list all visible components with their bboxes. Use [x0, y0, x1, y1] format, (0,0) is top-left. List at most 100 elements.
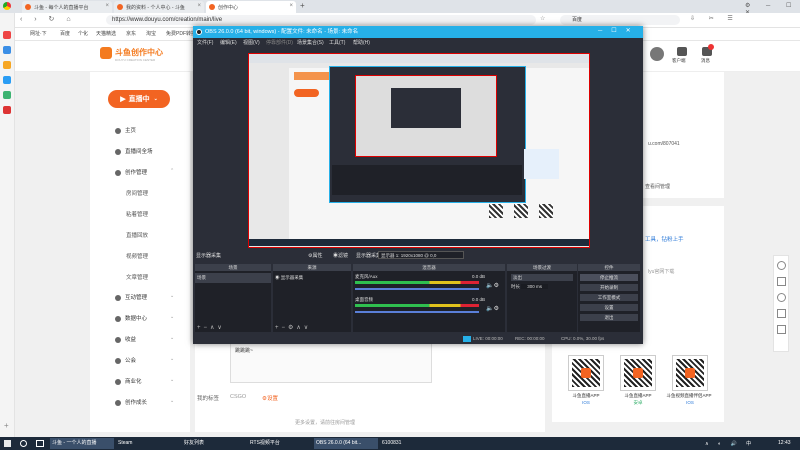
- message-icon[interactable]: [777, 277, 786, 286]
- nav-item-data[interactable]: 数据中心: [115, 314, 147, 322]
- filters-button[interactable]: ◉滤镜: [333, 252, 348, 259]
- add-icon[interactable]: +: [4, 421, 9, 430]
- exit-button[interactable]: 退出: [580, 314, 638, 321]
- tray-icons[interactable]: ∧ ◐ 🔊 中: [705, 440, 755, 447]
- taskbar-clock[interactable]: 12:43: [778, 440, 791, 446]
- headset-icon[interactable]: [777, 293, 786, 302]
- taskbar-item[interactable]: OBS 26.0.0 (64 bit...: [314, 438, 378, 449]
- source-controls[interactable]: +−⚙∧∨: [275, 324, 311, 331]
- tag-settings-link[interactable]: ⚙设置: [262, 394, 278, 402]
- obs-menu-item[interactable]: 帮助(H): [353, 38, 370, 48]
- nav-item-live-room[interactable]: 直播间全场: [115, 147, 153, 155]
- taskbar-item[interactable]: 斗鱼 - 一个人的直播: [50, 438, 114, 449]
- taskbar-item[interactable]: RTS视频平台: [248, 438, 312, 449]
- client-icon[interactable]: [677, 47, 687, 56]
- browser-tab[interactable]: 斗鱼 - 每个人的直播平台 ×: [22, 1, 112, 13]
- bookmark-item[interactable]: 个化: [78, 30, 88, 38]
- chevron-up-icon[interactable]: ⌃: [170, 168, 174, 174]
- scene-controls[interactable]: +−∧∨: [197, 324, 225, 331]
- nav-item-income[interactable]: 收益: [115, 335, 136, 343]
- browser-tab-active[interactable]: 创作中心 ×: [206, 1, 296, 13]
- bookmark-item[interactable]: 网址·下: [30, 30, 47, 38]
- site-logo[interactable]: 斗鱼创作中心: [115, 47, 163, 58]
- message-label[interactable]: 消息: [701, 58, 710, 64]
- share-icon[interactable]: [3, 76, 11, 84]
- live-status-button[interactable]: ▶ 直播中 ⌄: [108, 90, 170, 108]
- chevron-down-icon[interactable]: ⌄: [170, 356, 174, 362]
- nav-sub-room[interactable]: 房间管理: [126, 189, 148, 197]
- nav-buttons[interactable]: ‹ › ↻ ⌂: [20, 15, 76, 23]
- obs-menu-item[interactable]: 视图(V): [243, 38, 260, 48]
- nav-item-creation[interactable]: 创作管理: [115, 168, 147, 176]
- bookmark-item[interactable]: 淘宝: [146, 30, 156, 38]
- browser-tab[interactable]: 我的资料 - 个人中心 - 斗鱼 ×: [114, 1, 204, 13]
- chevron-down-icon[interactable]: ⌄: [170, 335, 174, 341]
- chevron-down-icon[interactable]: ⌄: [170, 398, 174, 404]
- weibo-icon[interactable]: [3, 106, 11, 114]
- monitor-icon[interactable]: [777, 309, 786, 318]
- more-settings-link[interactable]: 更多设置，请前往房间管理: [295, 419, 355, 426]
- transition-duration[interactable]: 时长 300 ms: [511, 284, 577, 290]
- taskbar-item[interactable]: 好友列表: [182, 438, 246, 449]
- taskbar-item[interactable]: Steam: [116, 438, 180, 449]
- search-box[interactable]: 百度: [560, 15, 680, 25]
- speaker-icon[interactable]: 🔈⚙: [486, 282, 499, 289]
- studio-mode-button[interactable]: 工作室模式: [580, 294, 638, 301]
- volume-slider[interactable]: [355, 288, 479, 290]
- star-icon[interactable]: ☆: [540, 15, 545, 22]
- url-input[interactable]: https://www.douyu.com/creation/main/live: [106, 15, 536, 25]
- start-record-button[interactable]: 开始录制: [580, 284, 638, 291]
- close-icon[interactable]: ×: [197, 3, 201, 9]
- obs-menu-item[interactable]: 工具(T): [329, 38, 345, 48]
- bookmark-item[interactable]: 京东: [126, 30, 136, 38]
- apps-icon[interactable]: [3, 91, 11, 99]
- task-view-icon[interactable]: [36, 440, 44, 447]
- obs-menu-item[interactable]: 停靠部件(D): [266, 38, 293, 48]
- nav-item-home[interactable]: 主页: [115, 126, 136, 134]
- nav-item-business[interactable]: 商业化: [115, 377, 142, 385]
- bookmark-item[interactable]: 天猫精选: [96, 30, 116, 38]
- nav-sub-replay[interactable]: 直播回放: [126, 231, 148, 239]
- room-manage-link[interactable]: 查看间管理: [645, 183, 670, 190]
- bookmark-item[interactable]: 免费PDF转换: [166, 30, 196, 38]
- obs-titlebar[interactable]: OBS 26.0.0 (64 bit, windows) - 配置文件: 未命名…: [193, 26, 643, 38]
- settings-button[interactable]: 设置: [580, 304, 638, 311]
- game-icon[interactable]: [3, 61, 11, 69]
- taskbar-item[interactable]: 6100831: [380, 438, 444, 449]
- display-select[interactable]: 显示器 1: 1920x1080 @ 0,0: [378, 251, 464, 259]
- promo-text[interactable]: 工具，钻粉上手: [645, 235, 684, 243]
- obs-menu-item[interactable]: 场景集合(S): [297, 38, 324, 48]
- stop-stream-button[interactable]: 停止推流: [580, 274, 638, 281]
- nav-sub-fans[interactable]: 粘着管理: [126, 210, 148, 218]
- speaker-icon[interactable]: 🔈⚙: [486, 305, 499, 312]
- obs-menu-item[interactable]: 文件(F): [197, 38, 213, 48]
- obs-menu-item[interactable]: 编辑(E): [220, 38, 237, 48]
- volume-slider[interactable]: [355, 311, 479, 313]
- chevron-down-icon[interactable]: ⌄: [170, 293, 174, 299]
- toolbar-icons[interactable]: ⇩ ✂ ☰: [690, 15, 739, 22]
- source-item[interactable]: ◉ 显示器采集: [273, 273, 351, 283]
- nav-item-interaction[interactable]: 互动管理: [115, 293, 147, 301]
- properties-button[interactable]: ⚙属性: [308, 252, 323, 259]
- new-tab-icon[interactable]: +: [300, 1, 305, 10]
- nav-sub-article[interactable]: 文章管理: [126, 273, 148, 281]
- close-icon[interactable]: ×: [105, 3, 109, 9]
- favorite-icon[interactable]: [3, 31, 11, 39]
- top-icon[interactable]: [777, 325, 786, 334]
- transition-select[interactable]: 淡出: [511, 274, 573, 281]
- feedback-icon[interactable]: [777, 261, 786, 270]
- nav-item-guild[interactable]: 公会: [115, 356, 136, 364]
- nav-sub-video[interactable]: 视频管理: [126, 252, 148, 260]
- bookmark-item[interactable]: 百度: [60, 30, 70, 38]
- scene-item[interactable]: 场景: [195, 273, 271, 283]
- avatar[interactable]: [650, 47, 664, 61]
- chevron-down-icon[interactable]: ⌄: [170, 377, 174, 383]
- chevron-down-icon[interactable]: ⌄: [170, 314, 174, 320]
- close-icon[interactable]: ×: [289, 3, 293, 9]
- start-icon[interactable]: [4, 440, 11, 447]
- search-icon[interactable]: [20, 440, 27, 447]
- obs-window-controls[interactable]: ─☐✕: [598, 27, 640, 34]
- client-label[interactable]: 客户端: [672, 58, 686, 64]
- obs-preview[interactable]: [248, 53, 590, 248]
- nav-item-growth[interactable]: 创作成长: [115, 398, 147, 406]
